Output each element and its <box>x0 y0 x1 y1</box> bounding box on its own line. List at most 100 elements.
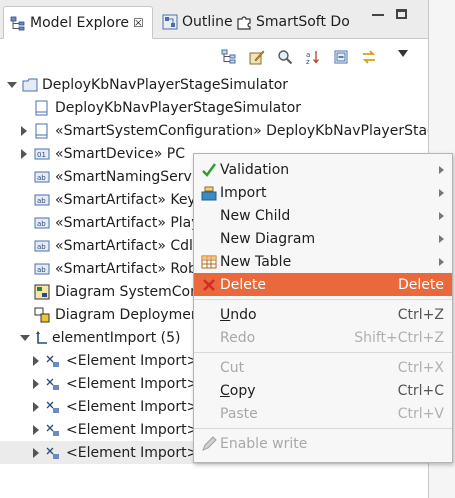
element-import-icon <box>46 401 59 413</box>
deployment-diagram-icon <box>34 307 50 323</box>
tab-label: Model Explore <box>30 14 130 31</box>
submenu-arrow-icon <box>439 166 444 174</box>
artifact-icon: ab <box>34 217 50 229</box>
svg-text:01: 01 <box>37 151 46 159</box>
checkmark-icon <box>202 163 217 177</box>
maximize-icon[interactable] <box>396 9 407 19</box>
menu-item-validation[interactable]: Validation <box>194 158 452 181</box>
tree-row[interactable]: «SmartSystemConfiguration» DeployKbNavPl… <box>0 119 428 142</box>
svg-text:ab: ab <box>37 266 46 274</box>
menu-item-undo[interactable]: Undo Ctrl+Z <box>194 303 452 326</box>
tree-row-root[interactable]: DeployKbNavPlayerStageSimulator <box>0 73 428 96</box>
submenu-arrow-icon <box>439 212 444 220</box>
collapse-all-icon[interactable] <box>330 46 352 68</box>
menu-item-new-table[interactable]: New Table <box>194 250 452 273</box>
menu-label: Redo <box>220 329 256 346</box>
view-menu-chevron-icon[interactable] <box>398 50 408 57</box>
sync-icon[interactable] <box>358 46 380 68</box>
menu-item-import[interactable]: Import <box>194 181 452 204</box>
tree-label: <Element Import> S <box>66 444 212 461</box>
tab-smartsoft-doc[interactable]: SmartSoft Do <box>230 6 360 37</box>
element-import-group-icon <box>36 331 47 344</box>
expand-arrow-icon[interactable] <box>21 126 27 136</box>
menu-item-new-diagram[interactable]: New Diagram <box>194 227 452 250</box>
tree-label: elementImport (5) <box>52 329 181 346</box>
menu-item-delete[interactable]: Delete Delete <box>194 273 452 296</box>
expand-arrow-icon[interactable] <box>33 448 39 458</box>
tree-label: «SmartDevice» PC <box>55 145 186 162</box>
menu-label: New Child <box>220 207 291 224</box>
menu-label-mnemonic: U <box>220 306 231 323</box>
menu-label-mnemonic: C <box>220 382 230 399</box>
edit-icon[interactable] <box>246 46 268 68</box>
tree-label: Diagram Deploymen <box>55 306 200 323</box>
menu-item-new-child[interactable]: New Child <box>194 204 452 227</box>
table-icon <box>201 255 217 269</box>
expand-arrow-icon[interactable] <box>33 356 39 366</box>
tab-bar: Model Explore ☒ Outline SmartSoft Do <box>0 0 428 39</box>
menu-separator <box>194 299 452 300</box>
element-import-icon <box>46 355 59 367</box>
tree-label: <Element Import> S <box>66 421 212 438</box>
context-menu: Validation Import New Child New Diagram … <box>193 153 453 463</box>
pencil-icon <box>202 436 217 451</box>
menu-label-rest: ndo <box>230 306 257 323</box>
menu-accelerator: Shift+Ctrl+Z <box>354 329 444 346</box>
expand-arrow-icon[interactable] <box>21 149 27 159</box>
menu-separator <box>194 352 452 353</box>
menu-item-copy[interactable]: Copy Ctrl+C <box>194 379 452 402</box>
sort-az-icon[interactable]: az <box>302 46 324 68</box>
menu-item-cut: Cut Ctrl+X <box>194 356 452 379</box>
system-config-icon <box>35 123 48 139</box>
menu-label-rest: opy <box>229 382 256 399</box>
expand-arrow-icon[interactable] <box>33 425 39 435</box>
expand-arrow-icon[interactable] <box>7 82 17 88</box>
menu-accelerator: Ctrl+X <box>397 359 444 376</box>
menu-item-enable-write: Enable write <box>194 432 452 455</box>
menu-label: Copy <box>220 383 256 399</box>
menu-accelerator: Ctrl+Z <box>397 306 444 323</box>
expand-arrow-icon[interactable] <box>33 379 39 389</box>
tree-label: «SmartArtifact» Rob <box>55 260 197 277</box>
artifact-icon: ab <box>34 240 50 252</box>
svg-text:ab: ab <box>37 174 46 182</box>
tab-model-explorer[interactable]: Model Explore ☒ <box>3 6 153 39</box>
menu-label: New Table <box>220 253 292 270</box>
model-explorer-icon <box>10 16 25 30</box>
menu-label: Enable write <box>220 435 308 452</box>
import-icon <box>201 186 217 201</box>
menu-label: Cut <box>220 359 245 376</box>
element-import-icon <box>46 447 59 459</box>
tree-label: «SmartArtifact» Play <box>55 214 200 231</box>
artifact-icon: ab <box>34 194 50 206</box>
device-icon: 01 <box>34 148 50 160</box>
minimize-icon[interactable] <box>372 14 384 16</box>
menu-separator <box>194 428 452 429</box>
close-icon[interactable]: ☒ <box>133 16 144 30</box>
svg-text:z: z <box>306 58 310 65</box>
menu-accelerator: Ctrl+C <box>397 382 444 399</box>
submenu-arrow-icon <box>439 235 444 243</box>
menu-item-paste: Paste Ctrl+V <box>194 402 452 425</box>
svg-text:ab: ab <box>37 220 46 228</box>
expand-arrow-icon[interactable] <box>20 335 30 341</box>
search-icon[interactable] <box>274 46 296 68</box>
link-tree-icon[interactable] <box>218 46 240 68</box>
menu-label: Import <box>220 184 267 201</box>
tree-label: DeployKbNavPlayerStageSimulator <box>42 76 289 93</box>
tree-row[interactable]: DeployKbNavPlayerStageSimulator <box>0 96 428 119</box>
artifact-icon: ab <box>34 263 50 275</box>
submenu-arrow-icon <box>439 189 444 197</box>
tree-label: «SmartSystemConfiguration» DeployKbNavPl… <box>55 122 428 139</box>
menu-label: Undo <box>220 307 257 323</box>
svg-text:ab: ab <box>37 243 46 251</box>
artifact-icon: ab <box>34 171 50 183</box>
menu-accelerator: Delete <box>398 276 444 293</box>
tree-label: Diagram SystemConfi <box>55 283 208 300</box>
outline-icon <box>162 14 178 29</box>
tree-label: «SmartArtifact» Keyb <box>55 191 205 208</box>
expand-arrow-icon[interactable] <box>33 402 39 412</box>
menu-label: New Diagram <box>220 230 316 247</box>
tab-label: SmartSoft Do <box>256 13 350 30</box>
tab-outline[interactable]: Outline <box>156 6 233 37</box>
